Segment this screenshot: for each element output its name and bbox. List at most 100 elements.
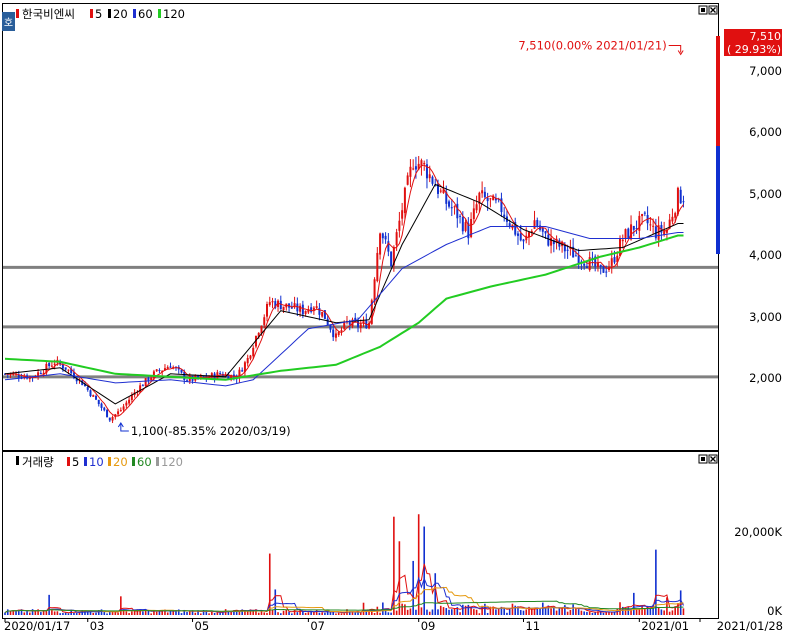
volume-bar	[304, 612, 307, 615]
volume-tick-label: 0K	[767, 604, 782, 618]
x-tick-label: 11	[525, 619, 540, 633]
candle-body	[682, 201, 685, 203]
price-tick-label: 2,000	[749, 371, 782, 385]
candle-body	[103, 407, 106, 411]
volume-bar	[539, 608, 541, 615]
volume-bar	[660, 609, 663, 615]
volume-bar	[131, 611, 133, 615]
volume-bar	[362, 602, 365, 615]
volume-bar	[431, 609, 434, 615]
volume-bar	[564, 605, 566, 615]
volume-bar	[274, 589, 277, 615]
candle-body	[453, 206, 456, 208]
volume-bar	[142, 611, 144, 615]
candle-body	[86, 387, 89, 390]
candle-body	[489, 198, 492, 200]
volume-bar	[442, 607, 445, 615]
candle-body	[461, 216, 464, 232]
volume-bar	[390, 612, 392, 615]
price-tick-label: 6,000	[749, 125, 782, 139]
price-legend-name: 한국비엔씨	[22, 7, 75, 21]
candle-body	[141, 385, 144, 387]
candle-body	[100, 403, 103, 408]
volume-bar	[663, 610, 665, 615]
volume-bar	[550, 608, 552, 615]
candle-body	[337, 331, 340, 336]
candle-body	[67, 369, 70, 371]
vol-legend-ma10-label: 10	[89, 455, 104, 469]
price-tick-label: 7,000	[749, 64, 782, 78]
volume-bar	[111, 611, 114, 615]
volume-bar	[525, 609, 528, 615]
candle-body	[48, 362, 51, 367]
volume-bar	[266, 613, 268, 615]
volume-bar	[475, 609, 478, 615]
volume-bar	[580, 610, 583, 615]
candle-body	[431, 176, 434, 184]
vol-legend-ma5-label: 5	[72, 455, 79, 469]
volume-bar	[78, 612, 81, 615]
volume-bar	[62, 613, 64, 615]
volume-bar	[657, 607, 660, 615]
volume-bar	[635, 609, 638, 615]
volume-bar	[415, 609, 417, 615]
candle-body	[508, 223, 511, 227]
volume-bar	[426, 609, 428, 615]
candle-body	[122, 406, 125, 410]
candle-body	[296, 303, 299, 312]
vol-legend-ma5-swatch	[67, 457, 70, 466]
candle-body	[627, 228, 630, 238]
x-tick-label: 2021/01	[641, 619, 689, 633]
vol-legend-ma60-swatch	[132, 457, 135, 466]
x-axis: 2020/01/17 03 05 07 09 11 2021/01 2021/01/28	[4, 618, 783, 633]
candle-body	[321, 311, 324, 317]
candle-body	[464, 222, 467, 231]
candle-body	[536, 220, 539, 227]
candle-body	[472, 208, 475, 219]
volume-bar	[84, 610, 86, 615]
candle-body	[166, 367, 169, 369]
volume-bar	[155, 611, 158, 615]
candle-body	[439, 190, 442, 192]
candle-body	[395, 232, 398, 246]
candle-body	[613, 257, 616, 263]
candle-body	[111, 416, 114, 421]
candle-body	[246, 358, 249, 364]
volume-bar	[9, 610, 12, 615]
candle-body	[519, 233, 522, 241]
volume-bar	[497, 609, 500, 615]
vol-legend-ma120-label: 120	[161, 455, 183, 469]
volume-bar	[602, 612, 605, 615]
candle-body	[574, 255, 577, 257]
volume-bar	[257, 612, 260, 615]
candle-body	[414, 166, 417, 170]
volume-bar	[307, 612, 310, 615]
candle-body	[516, 233, 519, 236]
candle-body	[585, 266, 588, 268]
volume-bar	[67, 613, 70, 615]
candle-body	[61, 364, 64, 369]
volume-bar	[641, 606, 643, 615]
volume-maximize-icon	[701, 457, 705, 461]
volume-bar	[486, 612, 489, 615]
volume-bar	[420, 607, 423, 615]
volume-bar	[462, 604, 464, 615]
volume-bar	[379, 612, 381, 615]
volume-bar	[45, 611, 48, 615]
candle-body	[544, 231, 547, 234]
volume-bar	[591, 612, 594, 615]
volume-bar	[75, 613, 78, 615]
candle-body	[39, 373, 42, 375]
candle-body	[403, 187, 406, 214]
volume-bar	[343, 613, 346, 615]
candle-body	[279, 300, 282, 310]
axis-range-bar-up	[716, 36, 720, 146]
volume-bar	[572, 604, 574, 615]
volume-bar	[439, 605, 442, 615]
volume-bar	[59, 613, 61, 615]
volume-bar	[555, 610, 558, 615]
volume-bar	[594, 612, 596, 615]
candle-body	[183, 372, 186, 380]
volume-bar	[351, 611, 354, 615]
candle-body	[459, 215, 462, 217]
